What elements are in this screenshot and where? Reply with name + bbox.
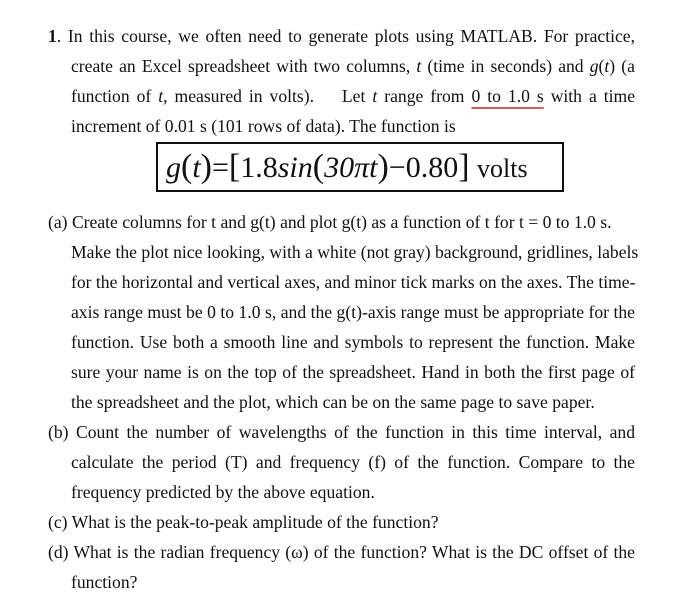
intro-line-3: function of t, measured in volts). Let t… <box>71 86 636 106</box>
intro-line-2: create an Excel spreadsheet with two col… <box>71 56 635 76</box>
part-a-line-6: sure your name is on the top of the spre… <box>71 362 635 382</box>
part-b-label: (b) <box>48 422 69 442</box>
intro-line-4: increment of 0.01 s (101 rows of data). … <box>71 116 456 136</box>
part-a-line-3: for the horizontal and vertical axes, an… <box>71 272 636 292</box>
intro-line-1: 1. In this course, we often need to gene… <box>48 26 635 46</box>
part-b-line-3: frequency predicted by the above equatio… <box>71 482 375 502</box>
part-a-line-4: axis range must be 0 to 1.0 s, and the g… <box>71 302 635 322</box>
equation-box: g(t)=[1.8sin(30πt)−0.80] volts <box>156 142 564 192</box>
part-a-line-7: the spreadsheet and the plot, which can … <box>71 392 595 412</box>
problem-number: 1 <box>48 26 57 46</box>
part-c-line-1: (c) What is the peak-to-peak amplitude o… <box>48 512 439 532</box>
part-d-line-2: function? <box>71 572 138 592</box>
part-d-label: (d) <box>48 542 69 562</box>
part-a-line-5: function. Use both a smooth line and sym… <box>71 332 635 352</box>
part-a-line-2: Make the plot nice looking, with a white… <box>71 242 639 262</box>
problem-page: 1. In this course, we often need to gene… <box>0 0 700 614</box>
time-range-underlined: 0 to 1.0 s <box>471 86 544 106</box>
part-a-line-1: (a) Create columns for t and g(t) and pl… <box>48 212 612 232</box>
part-c-label: (c) <box>48 512 68 532</box>
part-d-line-1: (d) What is the radian frequency (ω) of … <box>48 542 635 562</box>
part-b-line-2: calculate the period (T) and frequency (… <box>71 452 635 472</box>
part-a-label: (a) <box>48 212 68 232</box>
part-b-line-1: (b) Count the number of wavelengths of t… <box>48 422 635 442</box>
